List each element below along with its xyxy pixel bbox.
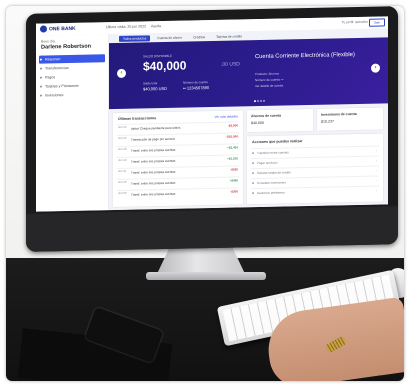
carousel-dot[interactable] <box>260 99 262 102</box>
chevron-right-icon: › <box>376 188 377 193</box>
chevron-right-icon: › <box>376 178 377 183</box>
carousel-prev-icon[interactable]: ‹ <box>117 68 126 78</box>
total-balance-value: $40,000 USD <box>143 85 168 92</box>
action-icon <box>252 192 254 195</box>
apple-logo-icon <box>204 219 218 234</box>
transactions-more-link[interactable]: Ver más detalles <box>214 114 238 118</box>
chevron-right-icon: › <box>376 168 377 173</box>
tab-all-products[interactable]: Todos productos <box>119 35 151 42</box>
actions-title: Acciones que puedes realizar <box>252 139 303 145</box>
sidebar-menu: Resumen Transferencias Pagos Tarjetas y … <box>39 54 105 100</box>
bank-name: ONE BANK <box>49 25 76 32</box>
account-number-label: Número de cuenta <box>183 80 208 85</box>
user-name: Darlene Robertson <box>41 43 92 51</box>
monitor-stand-base <box>146 272 266 280</box>
photo-frame: ONE BANK Última visita: 25 jun 2022 Ayud… <box>0 0 410 387</box>
account-number-value: •• 1234567890 <box>183 85 210 91</box>
balance-card[interactable]: SALDO DISPONIBLE $40,000 ,00 USD Saldo t… <box>139 46 247 103</box>
actions-panel: Acciones que puedes realizar Transferir … <box>247 133 383 205</box>
account-detail-link[interactable]: Ver detalle de cuenta <box>255 84 283 89</box>
transfer-icon <box>40 67 42 70</box>
payment-icon <box>40 76 42 79</box>
home-icon <box>40 58 42 61</box>
investments-value: $10,237 <box>321 119 334 124</box>
bank-logo-icon <box>40 25 47 33</box>
exit-button[interactable]: Salir <box>369 18 385 27</box>
sidebar-item-cards[interactable]: Tarjetas y Préstamos <box>39 81 105 90</box>
bank-dashboard-screen: ONE BANK Última visita: 25 jun 2022 Ayud… <box>36 16 388 212</box>
chevron-right-icon: › <box>376 148 377 153</box>
savings-title: Ahorros de cuenta <box>251 113 281 119</box>
account-card[interactable]: Cuenta Corriente Electrónica (Flexible) … <box>251 44 367 101</box>
carousel-dots <box>254 99 266 103</box>
action-icon <box>252 152 254 155</box>
list-item[interactable]: Gestionar préstamos › <box>251 185 379 198</box>
tab-credits[interactable]: Créditos <box>189 34 209 40</box>
tab-savings[interactable]: Cuenta de ahorro <box>153 35 186 42</box>
bank-logo[interactable]: ONE BANK <box>40 25 76 33</box>
sidebar-item-investments[interactable]: Inversiones <box>39 90 105 99</box>
balance-cents: ,00 USD <box>221 61 240 68</box>
carousel-dot[interactable] <box>263 99 265 102</box>
balance-label: SALDO DISPONIBLE <box>143 53 173 59</box>
transactions-title: Últimas transacciones <box>118 116 157 121</box>
carousel-dot[interactable] <box>257 100 259 103</box>
table-row[interactable]: Jun 09 Transf. entre mis propias cuentas… <box>117 187 239 200</box>
chart-icon <box>40 94 42 97</box>
account-carousel: ‹ SALDO DISPONIBLE $40,000 ,00 USD Saldo… <box>109 37 388 110</box>
savings-panel[interactable]: Ahorros de cuenta $40,000 <box>247 108 313 133</box>
last-visit-text: Última visita: 25 jun 2022 <box>106 24 147 30</box>
transactions-panel: Últimas transacciones Ver más detalles J… <box>113 110 243 208</box>
action-icon <box>252 182 254 185</box>
carousel-dot[interactable] <box>254 100 256 103</box>
tab-credit-cards[interactable]: Tarjetas de crédito <box>212 33 246 40</box>
action-icon <box>252 172 254 175</box>
sidebar-item-summary[interactable]: Resumen <box>39 54 105 64</box>
account-title: Cuenta Corriente Electrónica (Flexible) <box>255 52 355 61</box>
sidebar-item-transfers[interactable]: Transferencias <box>39 63 105 72</box>
imac-monitor: ONE BANK Última visita: 25 jun 2022 Ayud… <box>26 6 398 252</box>
office-photo: ONE BANK Última visita: 25 jun 2022 Ayud… <box>6 6 404 381</box>
monitor-chin <box>26 206 398 252</box>
account-line: Producto: Ahorros <box>255 71 280 77</box>
help-link[interactable]: Ayuda <box>151 24 161 28</box>
total-balance-label: Saldo total <box>143 81 158 86</box>
savings-value: $40,000 <box>251 120 264 126</box>
account-line: Número de cuenta: •• <box>255 77 284 83</box>
investments-title: Inversiones de cuenta <box>321 111 357 117</box>
action-icon <box>252 162 254 165</box>
balance-amount: $40,000 <box>143 58 187 74</box>
greeting: Buen día, <box>41 39 56 44</box>
main-content: Todos productos Cuenta de ahorro Crédito… <box>109 28 388 211</box>
chevron-right-icon: › <box>376 158 377 163</box>
user-profile-label[interactable]: Tu perfil: operativo <box>342 20 368 25</box>
investments-panel[interactable]: Inversiones de cuenta $10,237 <box>317 107 383 131</box>
sidebar: Buen día, Darlene Robertson Resumen Tran… <box>36 34 109 212</box>
sidebar-item-payments[interactable]: Pagos <box>39 72 105 81</box>
card-icon <box>40 85 42 88</box>
carousel-next-icon[interactable]: › <box>371 63 380 73</box>
